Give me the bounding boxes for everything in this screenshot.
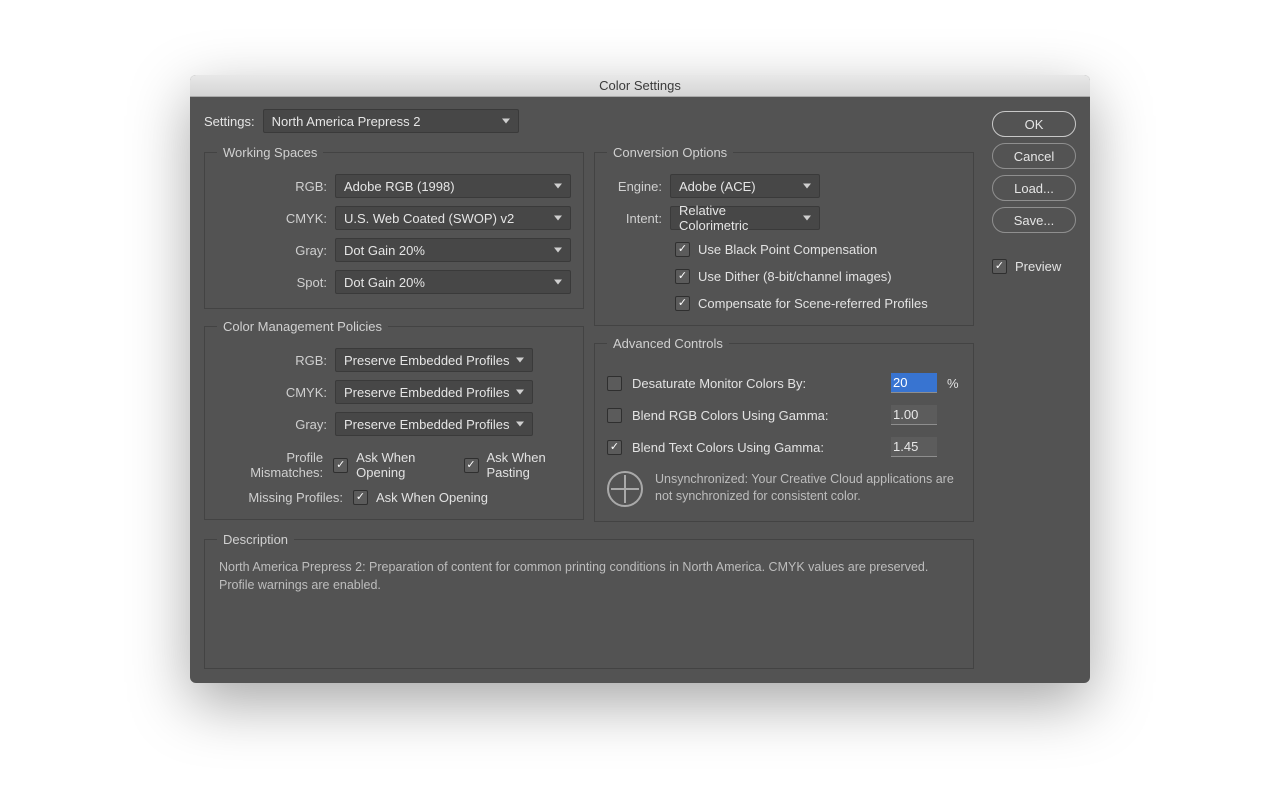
ws-spot-value: Dot Gain 20% xyxy=(344,275,425,290)
color-settings-dialog: Color Settings Settings: North America P… xyxy=(190,75,1090,683)
save-button[interactable]: Save... xyxy=(992,207,1076,233)
advanced-group: Advanced Controls Desaturate Monitor Col… xyxy=(594,336,974,522)
main-column: Settings: North America Prepress 2 Worki… xyxy=(204,109,974,669)
right-column: Conversion Options Engine: Adobe (ACE) I… xyxy=(594,145,974,522)
columns: Working Spaces RGB: Adobe RGB (1998) CMY… xyxy=(204,145,974,522)
ws-gray-label: Gray: xyxy=(217,243,327,258)
engine-value: Adobe (ACE) xyxy=(679,179,756,194)
policies-legend: Color Management Policies xyxy=(217,319,388,334)
ws-gray-value: Dot Gain 20% xyxy=(344,243,425,258)
intent-select[interactable]: Relative Colorimetric xyxy=(670,206,820,230)
settings-row: Settings: North America Prepress 2 xyxy=(204,109,974,133)
ws-cmyk-select[interactable]: U.S. Web Coated (SWOP) v2 xyxy=(335,206,571,230)
pol-rgb-select[interactable]: Preserve Embedded Profiles xyxy=(335,348,533,372)
ws-rgb-select[interactable]: Adobe RGB (1998) xyxy=(335,174,571,198)
ws-spot-label: Spot: xyxy=(217,275,327,290)
ws-rgb-label: RGB: xyxy=(217,179,327,194)
ws-cmyk-value: U.S. Web Coated (SWOP) v2 xyxy=(344,211,514,226)
pol-rgb-value: Preserve Embedded Profiles xyxy=(344,353,509,368)
preview-checkbox[interactable] xyxy=(992,259,1007,274)
pol-rgb-label: RGB: xyxy=(217,353,327,368)
side-buttons: OK Cancel Load... Save... Preview xyxy=(992,109,1076,669)
left-column: Working Spaces RGB: Adobe RGB (1998) CMY… xyxy=(204,145,584,522)
conversion-legend: Conversion Options xyxy=(607,145,733,160)
blend-rgb-label: Blend RGB Colors Using Gamma: xyxy=(632,408,881,423)
blend-text-label: Blend Text Colors Using Gamma: xyxy=(632,440,881,455)
pol-gray-label: Gray: xyxy=(217,417,327,432)
advanced-legend: Advanced Controls xyxy=(607,336,729,351)
description-group: Description North America Prepress 2: Pr… xyxy=(204,532,974,669)
working-spaces-legend: Working Spaces xyxy=(217,145,323,160)
blend-text-input[interactable] xyxy=(891,437,937,457)
scene-label: Compensate for Scene-referred Profiles xyxy=(698,296,928,311)
cancel-button[interactable]: Cancel xyxy=(992,143,1076,169)
pol-cmyk-value: Preserve Embedded Profiles xyxy=(344,385,509,400)
intent-value: Relative Colorimetric xyxy=(679,203,797,233)
ws-rgb-value: Adobe RGB (1998) xyxy=(344,179,455,194)
missing-label: Missing Profiles: xyxy=(217,490,343,505)
dither-label: Use Dither (8-bit/channel images) xyxy=(698,269,892,284)
desat-unit: % xyxy=(947,376,961,391)
intent-label: Intent: xyxy=(607,211,662,226)
policies-group: Color Management Policies RGB: Preserve … xyxy=(204,319,584,520)
preview-label: Preview xyxy=(1015,259,1061,274)
engine-select[interactable]: Adobe (ACE) xyxy=(670,174,820,198)
description-text: North America Prepress 2: Preparation of… xyxy=(217,557,961,654)
desat-checkbox[interactable] xyxy=(607,376,622,391)
ws-spot-select[interactable]: Dot Gain 20% xyxy=(335,270,571,294)
pol-cmyk-label: CMYK: xyxy=(217,385,327,400)
load-button[interactable]: Load... xyxy=(992,175,1076,201)
settings-label: Settings: xyxy=(204,114,255,129)
sync-text: Unsynchronized: Your Creative Cloud appl… xyxy=(655,471,961,505)
working-spaces-group: Working Spaces RGB: Adobe RGB (1998) CMY… xyxy=(204,145,584,309)
engine-label: Engine: xyxy=(607,179,662,194)
scene-checkbox[interactable] xyxy=(675,296,690,311)
ok-button[interactable]: OK xyxy=(992,111,1076,137)
window-title: Color Settings xyxy=(190,75,1090,97)
settings-value: North America Prepress 2 xyxy=(272,114,421,129)
settings-select[interactable]: North America Prepress 2 xyxy=(263,109,519,133)
ws-cmyk-label: CMYK: xyxy=(217,211,327,226)
ws-gray-select[interactable]: Dot Gain 20% xyxy=(335,238,571,262)
missing-open-checkbox[interactable] xyxy=(353,490,368,505)
mismatch-paste-label: Ask When Pasting xyxy=(487,450,572,480)
mismatch-open-checkbox[interactable] xyxy=(333,458,348,473)
blend-rgb-checkbox[interactable] xyxy=(607,408,622,423)
mismatch-label: Profile Mismatches: xyxy=(217,450,323,480)
dialog-content: Settings: North America Prepress 2 Worki… xyxy=(190,97,1090,683)
missing-open-label: Ask When Opening xyxy=(376,490,488,505)
title-text: Color Settings xyxy=(599,78,681,93)
desat-label: Desaturate Monitor Colors By: xyxy=(632,376,881,391)
mismatch-paste-checkbox[interactable] xyxy=(464,458,479,473)
pol-cmyk-select[interactable]: Preserve Embedded Profiles xyxy=(335,380,533,404)
sync-row: Unsynchronized: Your Creative Cloud appl… xyxy=(607,471,961,507)
description-legend: Description xyxy=(217,532,294,547)
pol-gray-value: Preserve Embedded Profiles xyxy=(344,417,509,432)
bpc-checkbox[interactable] xyxy=(675,242,690,257)
blend-rgb-input[interactable] xyxy=(891,405,937,425)
pol-gray-select[interactable]: Preserve Embedded Profiles xyxy=(335,412,533,436)
mismatch-open-label: Ask When Opening xyxy=(356,450,445,480)
conversion-group: Conversion Options Engine: Adobe (ACE) I… xyxy=(594,145,974,326)
unsynchronized-icon xyxy=(607,471,643,507)
bpc-label: Use Black Point Compensation xyxy=(698,242,877,257)
blend-text-checkbox[interactable] xyxy=(607,440,622,455)
mismatch-block: Profile Mismatches: Ask When Opening Ask… xyxy=(217,450,571,505)
desat-input[interactable] xyxy=(891,373,937,393)
dither-checkbox[interactable] xyxy=(675,269,690,284)
